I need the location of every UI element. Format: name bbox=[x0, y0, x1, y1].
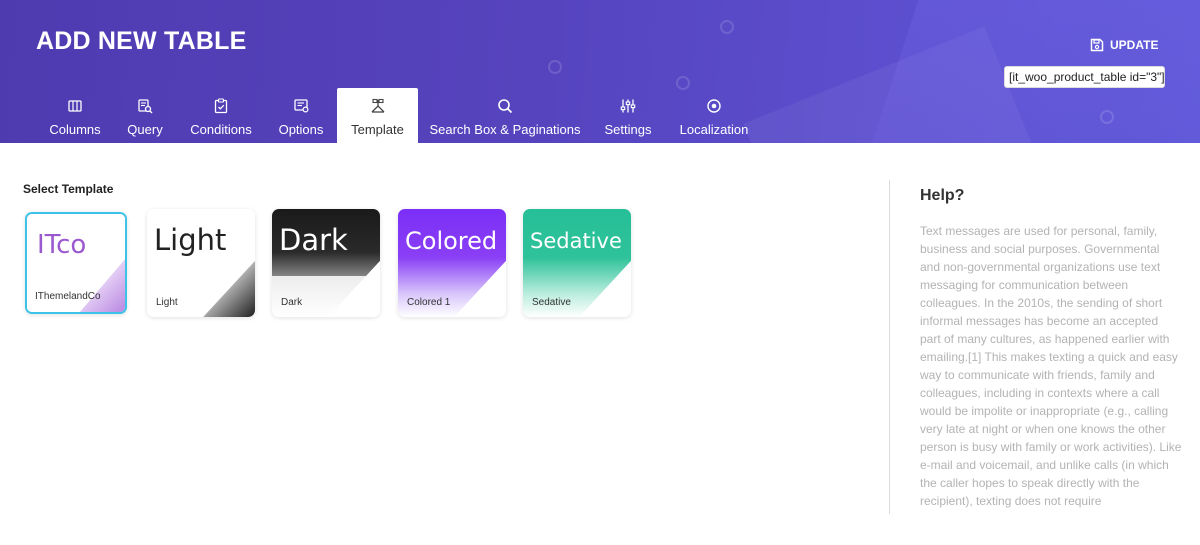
page-header: ADD NEW TABLE UPDATE [it_woo_product_tab… bbox=[0, 0, 1200, 143]
template-card-colored[interactable]: Colored Colored 1 bbox=[398, 209, 506, 317]
tab-template[interactable]: Template bbox=[337, 88, 418, 143]
template-preview-text: Colored bbox=[405, 227, 498, 255]
tab-bar: Columns Query Conditions Options Templat… bbox=[0, 88, 1200, 143]
template-card-dark[interactable]: Dark Dark bbox=[272, 209, 380, 317]
tab-query[interactable]: Query bbox=[119, 88, 171, 143]
tab-localization[interactable]: Localization bbox=[672, 88, 756, 143]
template-preview-text: Dark bbox=[279, 223, 348, 257]
tab-search-box-paginations[interactable]: Search Box & Paginations bbox=[426, 88, 584, 143]
options-icon bbox=[293, 99, 309, 113]
tab-conditions[interactable]: Conditions bbox=[183, 88, 259, 143]
tab-label: Search Box & Paginations bbox=[429, 122, 581, 137]
settings-sliders-icon bbox=[620, 99, 636, 113]
tab-label: Localization bbox=[679, 122, 749, 137]
update-label: UPDATE bbox=[1110, 38, 1159, 52]
tab-columns[interactable]: Columns bbox=[41, 88, 109, 143]
template-preview-text: Light bbox=[154, 223, 227, 257]
columns-icon bbox=[68, 100, 82, 112]
template-card-sedative[interactable]: Sedative Sedative bbox=[523, 209, 631, 317]
select-template-label: Select Template bbox=[23, 182, 114, 196]
header-decoration bbox=[548, 60, 562, 74]
template-name: Light bbox=[156, 297, 178, 308]
tab-label: Settings bbox=[604, 122, 652, 137]
conditions-icon bbox=[214, 98, 228, 114]
tab-label: Options bbox=[278, 122, 324, 137]
template-name: Sedative bbox=[532, 297, 571, 308]
template-icon bbox=[371, 98, 384, 113]
template-preview-text: ITco bbox=[37, 230, 87, 260]
tab-options[interactable]: Options bbox=[271, 88, 331, 143]
tab-label: Query bbox=[127, 122, 163, 137]
template-name: IThemelandCo bbox=[35, 291, 101, 302]
update-button[interactable]: UPDATE bbox=[1090, 36, 1158, 54]
header-decoration bbox=[720, 20, 734, 34]
help-divider bbox=[889, 180, 890, 514]
shortcode-field[interactable]: [it_woo_product_table id="3"] bbox=[1004, 66, 1165, 88]
tab-settings[interactable]: Settings bbox=[598, 88, 658, 143]
save-icon bbox=[1090, 38, 1104, 52]
tab-label: Columns bbox=[49, 122, 101, 137]
search-icon bbox=[498, 99, 513, 114]
template-preview-text: Sedative bbox=[530, 229, 622, 253]
page-title: ADD NEW TABLE bbox=[36, 27, 247, 55]
template-name: Dark bbox=[281, 297, 303, 308]
localization-icon bbox=[707, 99, 721, 113]
query-icon bbox=[138, 99, 153, 114]
tab-label: Conditions bbox=[190, 122, 252, 137]
template-name: Colored 1 bbox=[407, 297, 451, 308]
tab-label: Template bbox=[351, 122, 404, 137]
help-text: Text messages are used for personal, fam… bbox=[920, 224, 1182, 508]
template-card-ithemelandco[interactable]: ITco IThemelandCo bbox=[25, 212, 127, 314]
template-card-light[interactable]: Light Light bbox=[147, 209, 255, 317]
help-title: Help? bbox=[920, 187, 965, 204]
